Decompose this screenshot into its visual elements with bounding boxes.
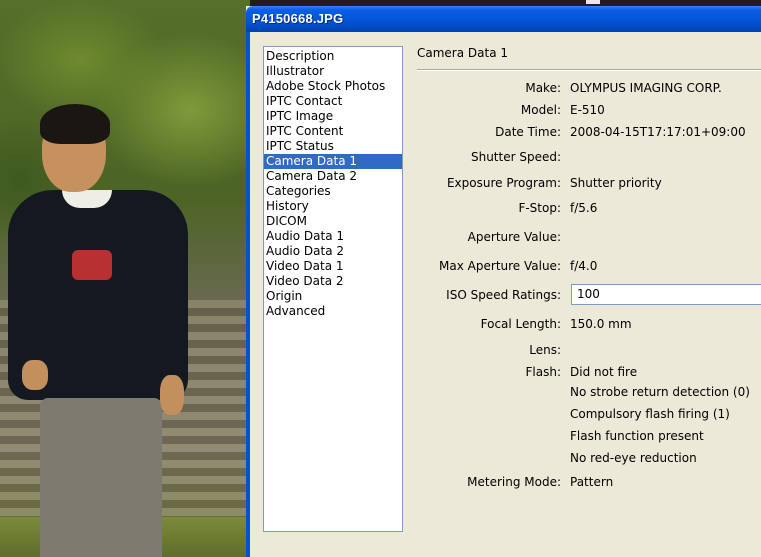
max-aperture-value-value: f/4.0 <box>570 259 598 273</box>
flash-detail-line: No red-eye reduction <box>570 451 697 465</box>
max-aperture-value-label: Max Aperture Value: <box>439 259 561 273</box>
lens-label: Lens: <box>529 343 561 357</box>
category-item-camera-data-2[interactable]: Camera Data 2 <box>264 169 402 184</box>
flash-label: Flash: <box>525 365 562 379</box>
iso-speed-ratings-input[interactable]: 100 <box>571 284 761 305</box>
photo-shirt-logo <box>72 250 112 280</box>
date-time-value: 2008-04-15T17:17:01+09:00 <box>570 125 746 139</box>
field-flash: Flash: Did not fire <box>417 363 761 383</box>
window-title: P4150668.JPG <box>252 11 344 26</box>
field-make: Make: OLYMPUS IMAGING CORP. <box>417 79 761 99</box>
model-label: Model: <box>520 103 561 117</box>
desktop-highlight <box>586 0 600 4</box>
field-date-time: Date Time: 2008-04-15T17:17:01+09:00 <box>417 123 761 143</box>
photo-person-hair <box>40 104 110 144</box>
category-item-camera-data-1[interactable]: Camera Data 1 <box>264 154 402 169</box>
photo-person-pants <box>40 398 162 557</box>
flash-detail-line: Flash function present <box>570 429 704 443</box>
title-bar[interactable]: P4150668.JPG <box>246 6 761 32</box>
field-lens: Lens: <box>417 341 761 361</box>
category-item-iptc-status[interactable]: IPTC Status <box>264 139 402 154</box>
category-item-description[interactable]: Description <box>264 49 402 64</box>
field-model: Model: E-510 <box>417 101 761 121</box>
category-item-history[interactable]: History <box>264 199 402 214</box>
flash-value: Did not fire <box>570 365 638 379</box>
category-item-categories[interactable]: Categories <box>264 184 402 199</box>
make-value: OLYMPUS IMAGING CORP. <box>570 81 722 95</box>
field-metering-mode: Metering Mode: Pattern <box>417 473 761 493</box>
exposure-program-value: Shutter priority <box>570 176 662 190</box>
exposure-program-label: Exposure Program: <box>446 176 561 190</box>
panel-title: Camera Data 1 <box>417 46 509 60</box>
category-item-dicom[interactable]: DICOM <box>264 214 402 229</box>
shutter-speed-label: Shutter Speed: <box>470 150 561 164</box>
category-item-advanced[interactable]: Advanced <box>264 304 402 319</box>
category-list[interactable]: Description Illustrator Adobe Stock Photos… <box>263 46 403 532</box>
focal-length-label: Focal Length: <box>480 317 561 331</box>
make-label: Make: <box>525 81 561 95</box>
metering-mode-value: Pattern <box>570 475 614 489</box>
category-item-audio-data-1[interactable]: Audio Data 1 <box>264 229 402 244</box>
category-item-audio-data-2[interactable]: Audio Data 2 <box>264 244 402 259</box>
panel-divider <box>417 69 761 71</box>
flash-detail-line: Compulsory flash firing (1) <box>570 407 730 421</box>
iso-speed-ratings-label: ISO Speed Ratings: <box>446 288 561 302</box>
category-item-video-data-2[interactable]: Video Data 2 <box>264 274 402 289</box>
photo-person-hand-right <box>160 375 184 415</box>
date-time-label: Date Time: <box>495 125 561 139</box>
field-max-aperture-value: Max Aperture Value: f/4.0 <box>417 257 761 277</box>
category-item-iptc-content[interactable]: IPTC Content <box>264 124 402 139</box>
photo-person-hand-left <box>22 360 48 390</box>
category-item-iptc-contact[interactable]: IPTC Contact <box>264 94 402 109</box>
file-info-dialog: P4150668.JPG Description Illustrator Adobe… <box>246 6 761 557</box>
f-stop-label: F-Stop: <box>518 201 561 215</box>
field-iso-speed-ratings: ISO Speed Ratings: 100 <box>417 284 761 306</box>
category-item-adobe-stock-photos[interactable]: Adobe Stock Photos <box>264 79 402 94</box>
f-stop-value: f/5.6 <box>570 201 598 215</box>
field-exposure-program: Exposure Program: Shutter priority <box>417 174 761 194</box>
field-shutter-speed: Shutter Speed: <box>417 148 761 168</box>
aperture-value-label: Aperture Value: <box>467 230 561 244</box>
field-f-stop: F-Stop: f/5.6 <box>417 199 761 219</box>
flash-detail-line: No strobe return detection (0) <box>570 385 750 399</box>
category-item-video-data-1[interactable]: Video Data 1 <box>264 259 402 274</box>
window-frame-left <box>246 32 250 557</box>
field-aperture-value: Aperture Value: <box>417 228 761 248</box>
iso-speed-ratings-value: 100 <box>577 287 600 301</box>
metering-mode-label: Metering Mode: <box>467 475 561 489</box>
model-value: E-510 <box>570 103 605 117</box>
category-item-origin[interactable]: Origin <box>264 289 402 304</box>
focal-length-value: 150.0 mm <box>570 317 632 331</box>
category-item-iptc-image[interactable]: IPTC Image <box>264 109 402 124</box>
category-item-illustrator[interactable]: Illustrator <box>264 64 402 79</box>
background-photo <box>0 0 250 557</box>
field-focal-length: Focal Length: 150.0 mm <box>417 315 761 335</box>
